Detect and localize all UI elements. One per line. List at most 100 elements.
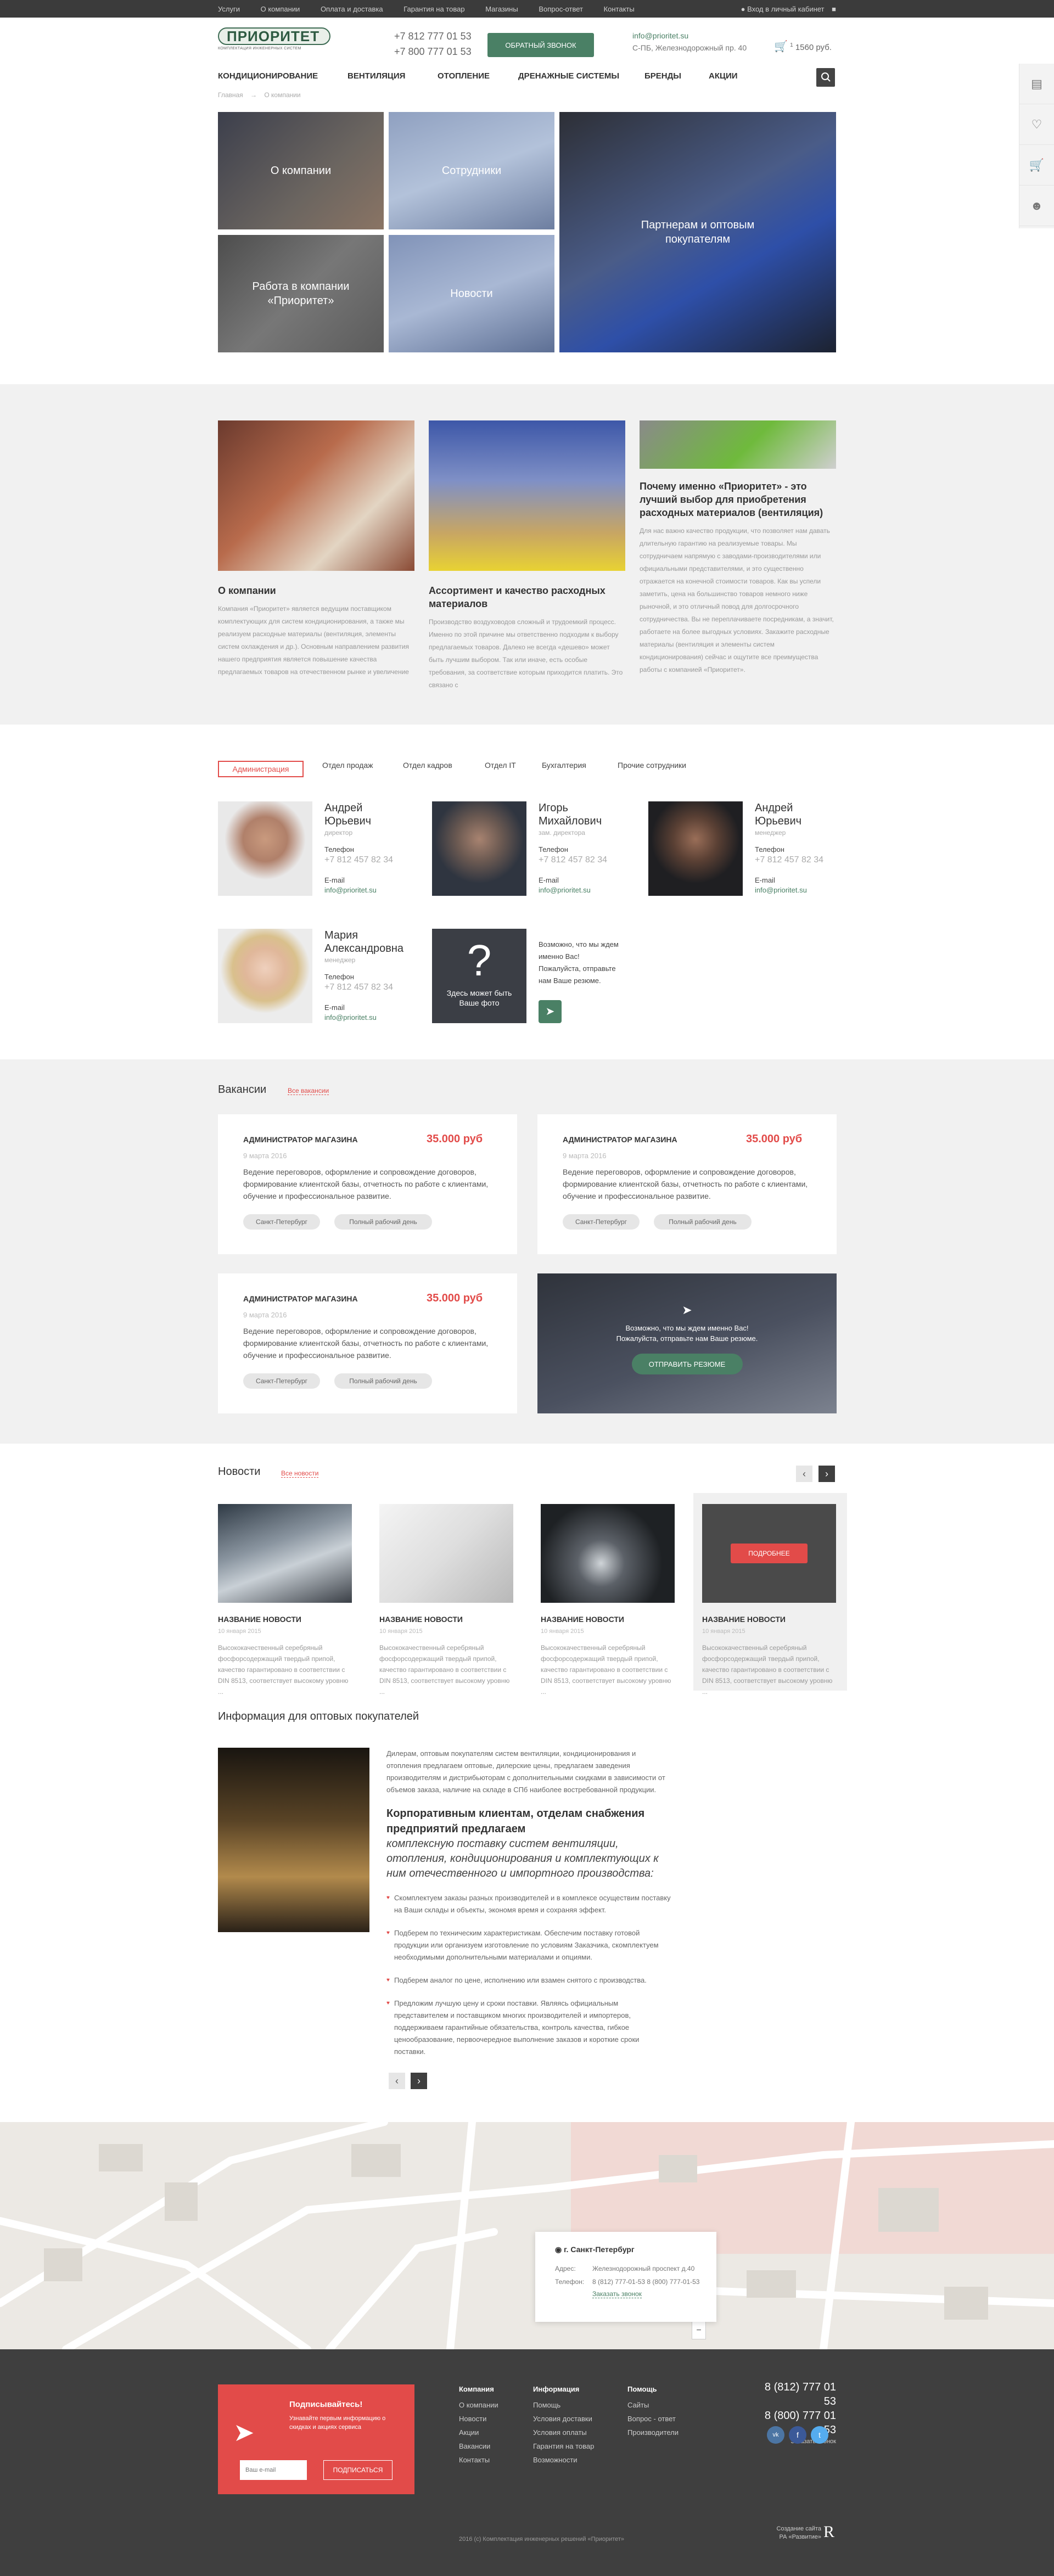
header-contacts: info@prioritet.su С-ПБ, Железнодорожный … [632, 30, 747, 54]
map-info-card: ◉ г. Санкт-Петербург Адрес: Железнодорож… [535, 2232, 716, 2322]
profile-icon[interactable]: ☻ [1019, 186, 1054, 226]
phone[interactable]: +7 800 777 01 53 [394, 44, 472, 59]
footer-link[interactable]: Вакансии [459, 2439, 498, 2453]
employee-phone[interactable]: +7 812 457 82 34 [539, 855, 607, 865]
facebook-icon[interactable]: f [789, 2426, 806, 2444]
cart[interactable]: 🛒 1 1560 руб. [774, 40, 832, 53]
tile-employees[interactable]: Сотрудники [389, 112, 554, 229]
top-link[interactable]: Гарантия на товар [403, 5, 464, 13]
footer-link[interactable]: Сайты [627, 2398, 679, 2412]
footer-link[interactable]: Условия доставки [533, 2412, 594, 2426]
footer-link[interactable]: О компании [459, 2398, 498, 2412]
top-link[interactable]: Услуги [218, 5, 240, 13]
vk-icon[interactable]: vk [767, 2426, 784, 2444]
zoom-out-icon[interactable]: − [692, 2324, 705, 2338]
tab-administration[interactable]: Администрация [218, 761, 304, 777]
tab-hr[interactable]: Отдел кадров [403, 761, 452, 770]
employee-email[interactable]: info@prioritet.su [755, 886, 807, 894]
prev-arrow-icon[interactable]: ‹ [389, 2073, 405, 2089]
phone[interactable]: 8 (812) 777 01 53 [750, 2380, 836, 2409]
tab-sales[interactable]: Отдел продаж [322, 761, 373, 770]
next-arrow-icon[interactable]: › [818, 1466, 835, 1482]
all-vacancies-link[interactable]: Все вакансии [288, 1087, 329, 1095]
nav-item[interactable]: ДРЕНАЖНЫЕ СИСТЕМЫ [518, 71, 619, 81]
all-news-link[interactable]: Все новости [281, 1469, 319, 1478]
footer-link[interactable]: Помощь [533, 2398, 594, 2412]
email-link[interactable]: info@prioritet.su [632, 30, 747, 42]
more-button[interactable]: ПОДРОБНЕЕ [731, 1544, 808, 1563]
top-link[interactable]: Оплата и доставка [321, 5, 383, 13]
nav-item[interactable]: ОТОПЛЕНИЕ [438, 71, 490, 81]
city-tag[interactable]: Санкт-Петербург [243, 1373, 320, 1389]
employee-email[interactable]: info@prioritet.su [324, 1013, 377, 1022]
cabinet-link[interactable]: ● Вход в личный кабинет ■ [741, 5, 836, 13]
compare-icon[interactable]: ▤ [1019, 64, 1054, 104]
about-title[interactable]: О компании [218, 584, 414, 597]
employee-phone[interactable]: +7 812 457 82 34 [755, 855, 823, 865]
placeholder-photo: ? Здесь может быть Ваше фото [432, 929, 526, 1023]
subscribe-text: Узнавайте первым информацию о скидках и … [289, 2415, 386, 2431]
about-title[interactable]: Ассортимент и качество расходных материа… [429, 584, 625, 610]
nav-item[interactable]: ВЕНТИЛЯЦИЯ [347, 71, 405, 81]
city-tag[interactable]: Санкт-Петербург [243, 1214, 320, 1230]
footer-link[interactable]: Контакты [459, 2453, 498, 2467]
employee-email[interactable]: info@prioritet.su [324, 886, 377, 894]
top-link[interactable]: Контакты [604, 5, 635, 13]
city-tag[interactable]: Санкт-Петербург [563, 1214, 640, 1230]
news-card[interactable]: ПОДРОБНЕЕ НАЗВАНИЕ НОВОСТИ 10 января 201… [702, 1504, 836, 1697]
schedule-tag[interactable]: Полный рабочий день [334, 1214, 432, 1230]
logo[interactable]: ПРИОРИТЕТ КОМПЛЕКТАЦИЯ ИНЖЕНЕРНЫХ СИСТЕМ [218, 27, 330, 50]
employee-phone[interactable]: +7 812 457 82 34 [324, 855, 393, 865]
tile-partners[interactable]: Партнерам и оптовым покупателям [559, 112, 836, 352]
vacancy-card[interactable]: АДМИНИСТРАТОР МАГАЗИНА 35.000 руб 9 март… [537, 1114, 837, 1254]
top-link[interactable]: Магазины [485, 5, 518, 13]
tab-other[interactable]: Прочие сотрудники [618, 761, 686, 770]
send-resume-button[interactable]: ОТПРАВИТЬ РЕЗЮМЕ [631, 1354, 743, 1374]
next-arrow-icon[interactable]: › [411, 2073, 427, 2089]
nav-item[interactable]: КОНДИЦИОНИРОВАНИЕ [218, 71, 318, 81]
cart-icon[interactable]: 🛒 [1019, 145, 1054, 186]
developer-credit[interactable]: Создание сайта РА «Развитие» [766, 2525, 821, 2541]
footer-link[interactable]: Гарантия на товар [533, 2439, 594, 2453]
schedule-tag[interactable]: Полный рабочий день [334, 1373, 432, 1389]
schedule-tag[interactable]: Полный рабочий день [654, 1214, 752, 1230]
footer-link[interactable]: Вопрос - ответ [627, 2412, 679, 2426]
footer-link[interactable]: Условия оплаты [533, 2426, 594, 2439]
twitter-icon[interactable]: t [811, 2426, 828, 2444]
footer-link[interactable]: Производители [627, 2426, 679, 2439]
top-link[interactable]: Вопрос-ответ [539, 5, 583, 13]
prev-arrow-icon[interactable]: ‹ [796, 1466, 812, 1482]
footer-link[interactable]: Акции [459, 2426, 498, 2439]
nav-item[interactable]: БРЕНДЫ [644, 71, 681, 81]
tab-it[interactable]: Отдел IT [485, 761, 516, 770]
phone[interactable]: +7 812 777 01 53 [394, 29, 472, 44]
about-title[interactable]: Почему именно «Приоритет» - это лучший в… [640, 480, 836, 519]
news-card[interactable]: НАЗВАНИЕ НОВОСТИ 10 января 2015 Высокока… [218, 1504, 352, 1697]
vacancy-title: АДМИНИСТРАТОР МАГАЗИНА [563, 1135, 677, 1144]
vacancy-card[interactable]: АДМИНИСТРАТОР МАГАЗИНА 35.000 руб 9 март… [218, 1114, 517, 1254]
tile-career[interactable]: Работа в компании «Приоритет» [218, 235, 384, 352]
nav-item[interactable]: АКЦИИ [709, 71, 738, 81]
employee-phone[interactable]: +7 812 457 82 34 [324, 983, 393, 992]
breadcrumb-home[interactable]: Главная [218, 91, 243, 99]
vacancy-card[interactable]: АДМИНИСТРАТОР МАГАЗИНА 35.000 руб 9 март… [218, 1273, 517, 1413]
tab-accounting[interactable]: Бухгалтерия [542, 761, 586, 770]
footer-link[interactable]: Возможности [533, 2453, 594, 2467]
tile-about[interactable]: О компании [218, 112, 384, 229]
employee-card: Андрей Юрьевич менеджер Телефон +7 812 45… [648, 801, 846, 896]
map[interactable]: +− [0, 2122, 1054, 2349]
news-card[interactable]: НАЗВАНИЕ НОВОСТИ 10 января 2015 Высокока… [379, 1504, 513, 1697]
news-card[interactable]: НАЗВАНИЕ НОВОСТИ 10 января 2015 Высокока… [541, 1504, 675, 1697]
top-link[interactable]: О компании [261, 5, 300, 13]
employee-email[interactable]: info@prioritet.su [539, 886, 591, 894]
callback-button[interactable]: ОБРАТНЫЙ ЗВОНОК [487, 33, 594, 57]
send-resume-button[interactable]: ➤ [539, 1000, 562, 1023]
vacancy-salary: 35.000 руб [427, 1133, 483, 1145]
footer-link[interactable]: Новости [459, 2412, 498, 2426]
tile-news[interactable]: Новости [389, 235, 554, 352]
subscribe-button[interactable]: ПОДПИСАТЬСЯ [323, 2460, 393, 2480]
search-button[interactable] [816, 68, 835, 87]
email-field[interactable] [240, 2460, 307, 2480]
callback-link[interactable]: Заказать звонок [592, 2290, 642, 2298]
favorites-icon[interactable]: ♡ [1019, 104, 1054, 145]
